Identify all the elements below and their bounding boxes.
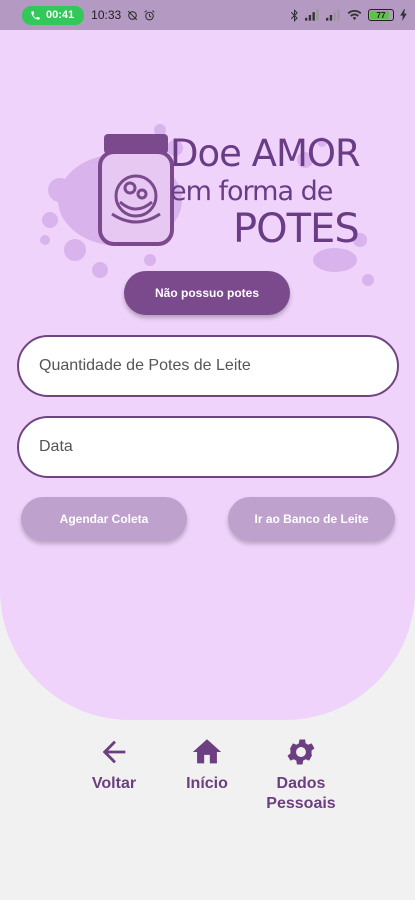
no-jars-button[interactable]: Não possuo potes xyxy=(124,271,290,315)
signal-icon xyxy=(305,9,319,21)
bottom-navigation: Voltar Início Dados Pessoais xyxy=(0,735,415,835)
date-field[interactable] xyxy=(17,416,399,478)
ongoing-call-pill[interactable]: 00:41 xyxy=(22,5,85,25)
schedule-collection-button[interactable]: Agendar Coleta xyxy=(21,497,187,541)
alarm-icon xyxy=(144,9,155,20)
logo-line-3: POTES xyxy=(233,206,360,252)
milk-jar-quantity-field[interactable] xyxy=(17,335,399,397)
nav-back[interactable]: Voltar xyxy=(84,735,144,793)
status-bar: 00:41 10:33 77 xyxy=(0,0,415,30)
wifi-icon xyxy=(347,9,362,20)
arrow-left-icon xyxy=(102,740,126,764)
gear-icon xyxy=(287,739,315,765)
nav-personal-data-label-2: Pessoais xyxy=(266,795,336,812)
sync-off-icon xyxy=(127,10,138,20)
logo-line-2: em forma de xyxy=(170,176,333,207)
home-icon xyxy=(192,739,222,764)
nav-personal-data-label-1: Dados xyxy=(276,775,326,792)
status-time: 10:33 xyxy=(91,8,122,22)
go-to-milk-bank-button[interactable]: Ir ao Banco de Leite xyxy=(228,497,395,541)
phone-icon xyxy=(31,10,40,20)
nav-personal-data[interactable]: Dados Pessoais xyxy=(258,735,344,813)
charging-icon xyxy=(400,9,407,21)
milk-jar-quantity-input[interactable] xyxy=(39,357,397,375)
signal-icon xyxy=(326,9,340,21)
battery-level: 77 xyxy=(376,10,386,20)
nav-home-label: Início xyxy=(186,775,228,792)
nav-back-label: Voltar xyxy=(91,775,137,792)
milk-jar-icon xyxy=(98,134,174,246)
nav-home[interactable]: Início xyxy=(177,735,237,793)
call-timer: 00:41 xyxy=(46,9,75,21)
bluetooth-icon xyxy=(290,8,298,22)
date-input[interactable] xyxy=(39,438,397,456)
battery-icon: 77 xyxy=(368,9,394,21)
logo-line-1: Doe AMOR xyxy=(170,132,361,175)
main-panel: Doe AMOR em forma de POTES Não possuo po… xyxy=(0,30,415,720)
